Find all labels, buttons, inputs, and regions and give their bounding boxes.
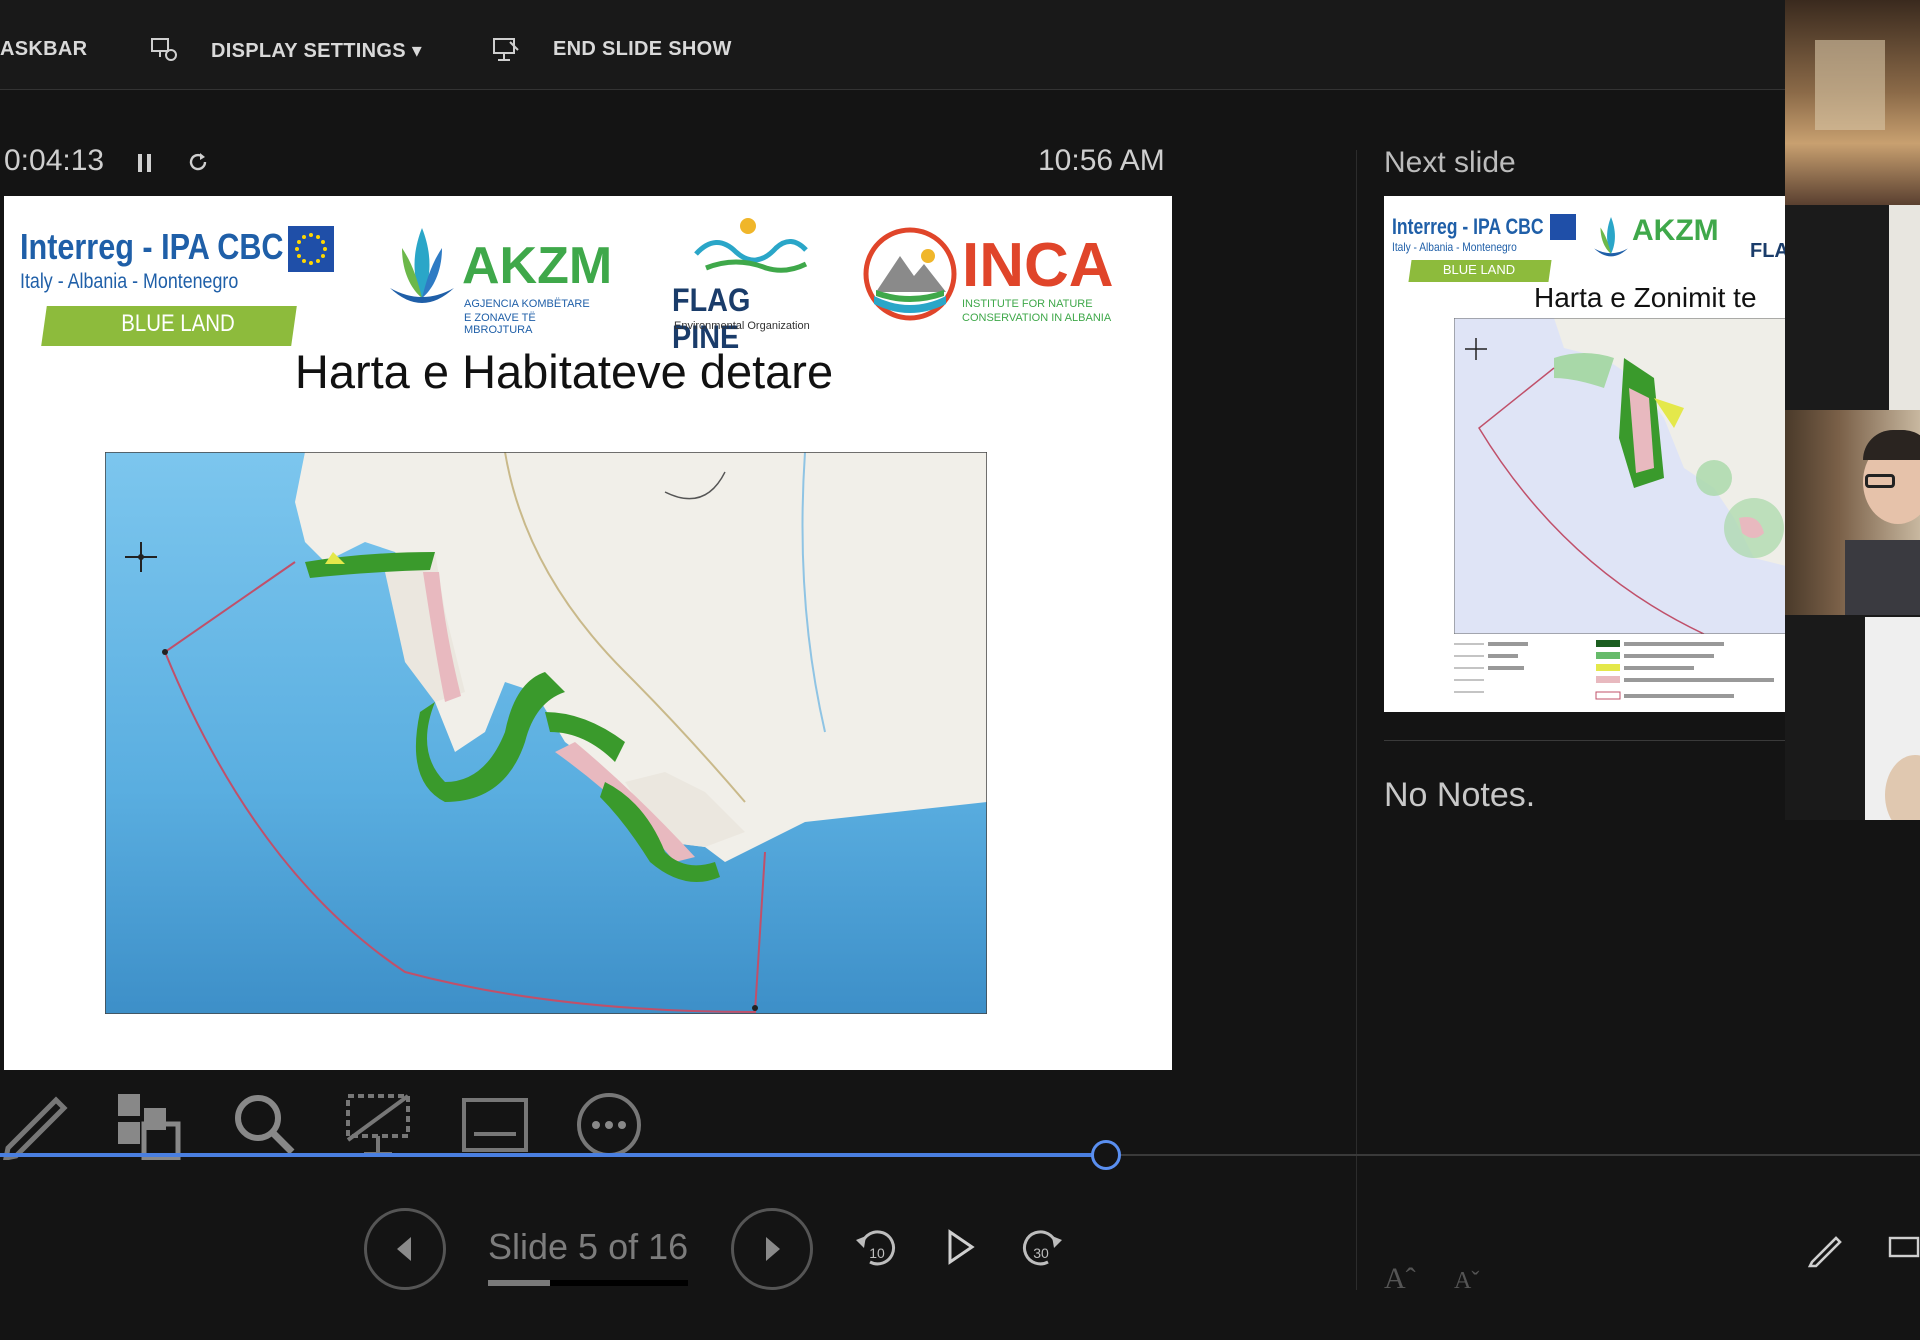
svg-text:30: 30 bbox=[1033, 1245, 1049, 1261]
see-all-slides-icon[interactable] bbox=[114, 1090, 184, 1160]
zoom-magnifier-icon[interactable] bbox=[230, 1090, 300, 1160]
flag-pine-subtitle: Environmental Organization bbox=[674, 320, 810, 332]
participant-video-2-background bbox=[1889, 205, 1920, 410]
participant-video-1[interactable] bbox=[1785, 0, 1920, 205]
next-akzm-text: AKZM bbox=[1632, 214, 1719, 247]
pen-tool-icon[interactable] bbox=[0, 1090, 70, 1160]
marine-habitat-map bbox=[105, 452, 987, 1014]
play-media-icon[interactable] bbox=[934, 1222, 984, 1272]
end-slide-show-icon[interactable] bbox=[492, 36, 522, 64]
subtitles-icon[interactable] bbox=[460, 1090, 530, 1160]
panel-divider bbox=[1356, 150, 1357, 1290]
rewind-10-icon[interactable]: 10 bbox=[852, 1222, 902, 1272]
next-arrow-icon bbox=[766, 1237, 780, 1261]
black-screen-icon[interactable] bbox=[344, 1090, 414, 1160]
flag-pine-wave-icon bbox=[694, 218, 808, 273]
participant-hair bbox=[1863, 430, 1920, 460]
eu-flag-icon bbox=[288, 226, 334, 272]
presenter-view: ASKBAR DISPLAY SETTINGS ▾ END SLIDE SHOW… bbox=[0, 0, 1920, 1340]
blueland-text: BLUE LAND bbox=[121, 310, 235, 337]
participant-video-1-background bbox=[1815, 40, 1885, 130]
current-time: 10:56 AM bbox=[1038, 144, 1165, 177]
next-interreg-logo: Interreg - IPA CBC bbox=[1392, 214, 1544, 239]
elapsed-timer: 0:04:13 bbox=[4, 144, 105, 177]
next-map-legend bbox=[1454, 640, 1774, 700]
inca-text: INCA bbox=[962, 231, 1114, 300]
akzm-subtitle-1: AGJENCIA KOMBËTARE bbox=[464, 298, 590, 310]
forward-30-icon[interactable]: 30 bbox=[1016, 1222, 1066, 1272]
slide-counter[interactable]: Slide 5 of 16 bbox=[488, 1226, 688, 1268]
participant-glasses bbox=[1865, 474, 1895, 488]
decrease-font-icon[interactable]: Aˇ bbox=[1454, 1268, 1479, 1295]
reset-timer-icon[interactable] bbox=[186, 150, 210, 174]
current-slide[interactable]: Interreg - IPA CBC Italy - Albania - Mon… bbox=[4, 196, 1172, 1070]
pen-annotation-icon[interactable] bbox=[1806, 1228, 1846, 1268]
akzm-emblem-icon bbox=[390, 228, 454, 303]
speaker-notes: No Notes. bbox=[1384, 776, 1536, 814]
interreg-subtitle: Italy - Albania - Montenegro bbox=[20, 270, 239, 293]
akzm-subtitle-2: E ZONAVE TË MBROJTURA bbox=[464, 312, 536, 336]
interreg-logo-text: Interreg - IPA CBC bbox=[20, 226, 284, 267]
participant-video-4[interactable] bbox=[1785, 615, 1920, 820]
participant-video-3[interactable] bbox=[1785, 410, 1920, 615]
progress-scrubber-handle[interactable] bbox=[1091, 1140, 1121, 1170]
screen-share-icon[interactable] bbox=[1888, 1232, 1920, 1264]
show-taskbar-button[interactable]: ASKBAR bbox=[0, 38, 87, 61]
svg-text:10: 10 bbox=[869, 1245, 885, 1261]
increase-font-icon[interactable]: Aˆ bbox=[1384, 1262, 1416, 1296]
end-slide-show-button[interactable]: END SLIDE SHOW bbox=[553, 38, 732, 61]
notes-separator bbox=[1384, 740, 1785, 741]
previous-slide-button[interactable] bbox=[364, 1208, 446, 1290]
inca-logo: INCA INSTITUTE FOR NATURE CONSERVATION I… bbox=[862, 226, 1122, 336]
display-settings-button[interactable]: DISPLAY SETTINGS ▾ bbox=[211, 38, 422, 63]
inca-subtitle-1: INSTITUTE FOR NATURE bbox=[962, 298, 1093, 310]
interreg-logo: Interreg - IPA CBC Italy - Albania - Mon… bbox=[18, 226, 338, 350]
pause-timer-icon[interactable] bbox=[136, 152, 154, 174]
previous-arrow-icon bbox=[397, 1237, 411, 1261]
next-akzm-emblem-icon bbox=[1594, 217, 1628, 257]
slide-position-fill bbox=[488, 1280, 550, 1286]
inca-mountain-icon bbox=[863, 227, 957, 321]
next-blueland-text: BLUE LAND bbox=[1442, 262, 1516, 277]
next-eu-flag-icon bbox=[1550, 214, 1576, 240]
next-slide-title: Harta e Zonimit te bbox=[1534, 282, 1757, 313]
next-zoning-map bbox=[1454, 318, 1785, 634]
presenter-toolbar: ASKBAR DISPLAY SETTINGS ▾ END SLIDE SHOW bbox=[0, 0, 1785, 90]
progress-fill bbox=[0, 1153, 1106, 1157]
participant-shirt bbox=[1845, 540, 1920, 615]
next-slide-button[interactable] bbox=[731, 1208, 813, 1290]
inca-subtitle-2: CONSERVATION IN ALBANIA bbox=[962, 312, 1112, 324]
next-slide-thumbnail[interactable]: Interreg - IPA CBC Italy - Albania - Mon… bbox=[1384, 196, 1785, 712]
slide-title: Harta e Habitateve detare bbox=[294, 345, 834, 398]
next-slide-label: Next slide bbox=[1384, 146, 1516, 179]
next-flag-text: FLA bbox=[1750, 240, 1785, 262]
akzm-text: AKZM bbox=[462, 237, 613, 295]
display-settings-icon[interactable] bbox=[150, 36, 180, 64]
flag-pine-logo: FLAG PINE Environmental Organization bbox=[666, 212, 836, 355]
akzm-logo: AKZM AGJENCIA KOMBËTARE E ZONAVE TË MBRO… bbox=[382, 218, 612, 336]
participant-video-2[interactable] bbox=[1785, 205, 1920, 410]
next-interreg-subtitle: Italy - Albania - Montenegro bbox=[1392, 240, 1517, 254]
more-options-icon[interactable] bbox=[574, 1090, 644, 1160]
